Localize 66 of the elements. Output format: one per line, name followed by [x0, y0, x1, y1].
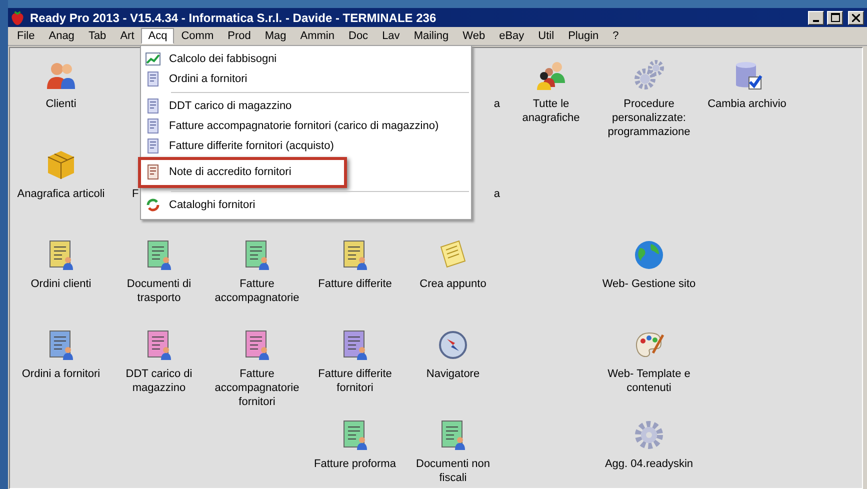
shortcut-label[interactable]: Agg. 04.readyskin: [604, 457, 694, 471]
shortcut-label[interactable]: Tutte le anagrafiche: [503, 97, 599, 125]
menu-item[interactable]: Acq: [141, 28, 174, 44]
menu-item[interactable]: Ammin: [293, 28, 342, 44]
menu-item[interactable]: Comm: [174, 28, 221, 44]
menu-item[interactable]: Ordini a fornitori: [141, 69, 471, 89]
shortcut-label[interactable]: Fatture accompagnatorie fornitori: [209, 367, 305, 409]
menu-item[interactable]: Plugin: [561, 28, 606, 44]
shortcut-label[interactable]: Ordini clienti: [30, 277, 92, 291]
menu-item[interactable]: eBay: [492, 28, 532, 44]
menu-item[interactable]: Note di accredito fornitori: [145, 161, 344, 183]
shortcut-label[interactable]: F: [132, 146, 139, 236]
shortcut-label[interactable]: Documenti di trasporto: [111, 277, 207, 305]
window-title: Ready Pro 2013 - V15.4.34 - Informatica S.r.l. - Davide - TERMINALE 236: [29, 10, 438, 24]
shortcut-label[interactable]: Fatture accompagnatorie: [209, 277, 305, 305]
menu-item[interactable]: ?: [606, 28, 626, 44]
shortcut-label[interactable]: Navigatore: [426, 367, 480, 381]
shortcut-label[interactable]: Documenti non fiscali: [405, 457, 501, 485]
menu-item[interactable]: Util: [531, 28, 562, 44]
shortcut-label[interactable]: Fatture differite fornitori: [307, 367, 403, 395]
menu-item[interactable]: Prod: [220, 28, 258, 44]
menu-item[interactable]: Lav: [375, 28, 407, 44]
menu-item[interactable]: Art: [113, 28, 142, 44]
shortcut-label[interactable]: Fatture proforma: [314, 457, 396, 471]
shortcut-label[interactable]: Crea appunto: [420, 277, 486, 291]
maximize-button[interactable]: [827, 10, 843, 24]
document-icon: [145, 138, 161, 154]
shortcut-label[interactable]: a: [494, 146, 500, 236]
document-icon: [145, 164, 161, 180]
shortcut-label[interactable]: Procedure personalizzate: programmazione: [601, 97, 697, 139]
shortcut-label[interactable]: a: [494, 56, 500, 146]
shortcut-label[interactable]: Web- Template e contenuti: [601, 367, 697, 395]
document-icon: [145, 71, 161, 87]
menu-item[interactable]: Mailing: [406, 28, 456, 44]
menu-item[interactable]: Mag: [258, 28, 294, 44]
maximize-icon: [830, 13, 840, 22]
shortcut-label[interactable]: Fatture differite: [318, 277, 392, 291]
cycle-arrows-icon: [145, 197, 161, 213]
box-icon[interactable]: [45, 149, 77, 181]
compass-icon[interactable]: [437, 329, 469, 361]
minimize-button[interactable]: [808, 10, 824, 24]
menu-item[interactable]: DDT carico di magazzino: [141, 96, 471, 116]
shortcut-label[interactable]: Cambia archivio: [708, 97, 786, 111]
shortcut-label[interactable]: DDT carico di magazzino: [111, 367, 207, 395]
minimize-icon: [813, 20, 819, 22]
menu-item[interactable]: Fatture accompagnatorie fornitori (carico di magazzino): [141, 116, 471, 136]
shortcut-label[interactable]: Ordini a fornitori: [22, 367, 100, 381]
close-icon: [852, 14, 860, 22]
menu-item[interactable]: Web: [456, 28, 492, 44]
menu-item[interactable]: Fatture differite fornitori (acquisto): [141, 136, 471, 156]
globe-icon[interactable]: [633, 239, 665, 271]
document-icon: [145, 118, 161, 134]
people-group-icon[interactable]: [535, 59, 567, 91]
shortcut-label[interactable]: Clienti: [46, 97, 76, 111]
strawberry-icon: [10, 10, 25, 25]
menu-item[interactable]: File: [10, 28, 42, 44]
shortcut-label[interactable]: Anagrafica articoli: [17, 187, 105, 201]
chart-icon: [145, 51, 161, 67]
document-icon: [145, 98, 161, 114]
menu-item[interactable]: Cataloghi fornitori: [141, 195, 471, 215]
menu-item[interactable]: Tab: [81, 28, 114, 44]
menu-item[interactable]: Doc: [342, 28, 376, 44]
shortcut-label[interactable]: Web- Gestione sito: [602, 277, 696, 291]
close-button[interactable]: [848, 10, 864, 24]
menu-item[interactable]: Anag: [42, 28, 82, 44]
menu-item[interactable]: Calcolo dei fabbisogni: [141, 49, 471, 69]
